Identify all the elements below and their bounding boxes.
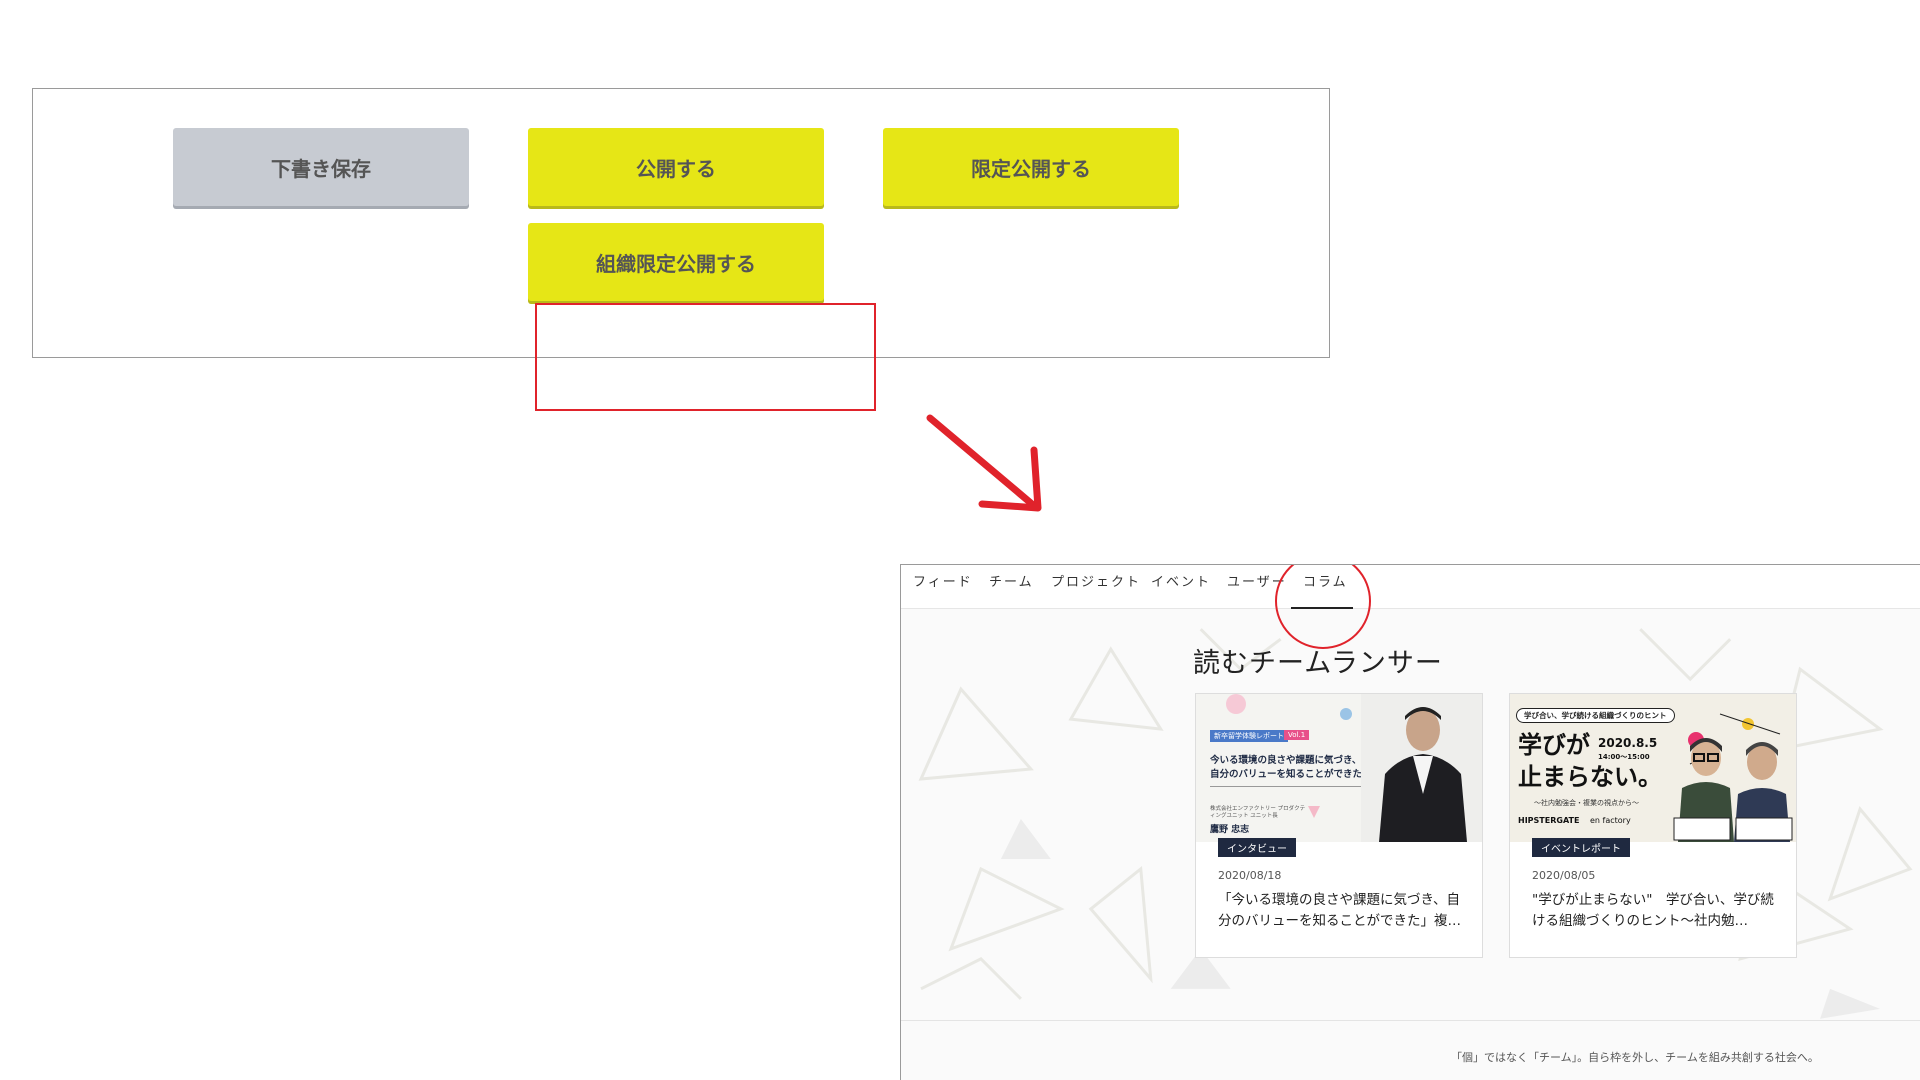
thumbnail-person-name: 鷹野 忠志 bbox=[1210, 825, 1250, 835]
category-tag: インタビュー bbox=[1218, 838, 1296, 857]
nav-event[interactable]: イベント bbox=[1151, 571, 1211, 590]
publish-button[interactable]: 公開する bbox=[528, 128, 824, 206]
section-title: 読むチームランサー bbox=[1193, 648, 1443, 679]
save-draft-button[interactable]: 下書き保存 bbox=[173, 128, 469, 206]
thumbnail-headline-2: 止まらない。 bbox=[1518, 763, 1662, 791]
article-thumbnail: 学び合い、学び続ける組織づくりのヒント 学びが 止まらない。 2020.8.5 … bbox=[1510, 694, 1796, 842]
thumbnail-subtitle: 〜社内勉強会・複業の視点から〜 bbox=[1534, 799, 1639, 807]
footer-tagline: 「個」ではなく「チーム」。自ら枠を外し、チームを組み共創する社会へ。 bbox=[1451, 1051, 1819, 1064]
highlight-box bbox=[535, 303, 876, 411]
thumbnail-badge-vol: Vol.1 bbox=[1284, 730, 1310, 740]
column-page-screenshot: フィード チーム プロジェクト イベント ユーザー コラム 読むチームランサー … bbox=[900, 564, 1920, 1080]
top-navigation: フィード チーム プロジェクト イベント ユーザー コラム bbox=[901, 565, 1920, 609]
publish-options-panel: 下書き保存 公開する 限定公開する 組織限定公開する bbox=[32, 88, 1330, 411]
speakers-photo bbox=[1673, 738, 1793, 842]
nav-feed[interactable]: フィード bbox=[913, 571, 973, 590]
article-date: 2020/08/05 bbox=[1532, 869, 1596, 882]
org-limited-publish-button[interactable]: 組織限定公開する bbox=[528, 223, 824, 301]
category-tag: イベントレポート bbox=[1532, 838, 1630, 857]
thumbnail-event-date: 2020.8.5 bbox=[1598, 736, 1658, 750]
arrow-down-right-icon bbox=[926, 414, 1042, 512]
article-card[interactable]: 新卒留学体験レポート Vol.1 今いる環境の良さや課題に気づき、自分のバリュー… bbox=[1195, 693, 1483, 958]
hipstergate-logo: HIPSTERGATE bbox=[1518, 816, 1580, 825]
thumbnail-affiliation: 株式会社エンファクトリー プロダクティングユニット ユニット長 bbox=[1210, 806, 1306, 819]
person-photo bbox=[1361, 694, 1482, 842]
article-thumbnail: 新卒留学体験レポート Vol.1 今いる環境の良さや課題に気づき、自分のバリュー… bbox=[1196, 694, 1482, 842]
article-date: 2020/08/18 bbox=[1218, 869, 1282, 882]
thumbnail-badge: 新卒留学体験レポート bbox=[1210, 730, 1288, 742]
article-title[interactable]: 「今いる環境の良さや課題に気づき、自分のバリューを知ることができた」複… bbox=[1218, 890, 1468, 932]
article-title[interactable]: "学びが止まらない" 学び合い、学び続ける組織づくりのヒント〜社内勉… bbox=[1532, 890, 1782, 932]
thumbnail-headline-1: 学びが bbox=[1518, 731, 1590, 759]
limited-publish-button[interactable]: 限定公開する bbox=[883, 128, 1179, 206]
article-card[interactable]: 学び合い、学び続ける組織づくりのヒント 学びが 止まらない。 2020.8.5 … bbox=[1509, 693, 1797, 958]
thumbnail-pill: 学び合い、学び続ける組織づくりのヒント bbox=[1516, 708, 1675, 723]
nav-project[interactable]: プロジェクト bbox=[1051, 571, 1141, 590]
enfactory-logo: en factory bbox=[1590, 816, 1631, 825]
footer-divider bbox=[901, 1020, 1920, 1021]
thumbnail-headline: 今いる環境の良さや課題に気づき、自分のバリューを知ることができた bbox=[1210, 755, 1363, 780]
thumbnail-event-time: 14:00〜15:00 bbox=[1598, 753, 1650, 761]
nav-team[interactable]: チーム bbox=[989, 571, 1034, 590]
